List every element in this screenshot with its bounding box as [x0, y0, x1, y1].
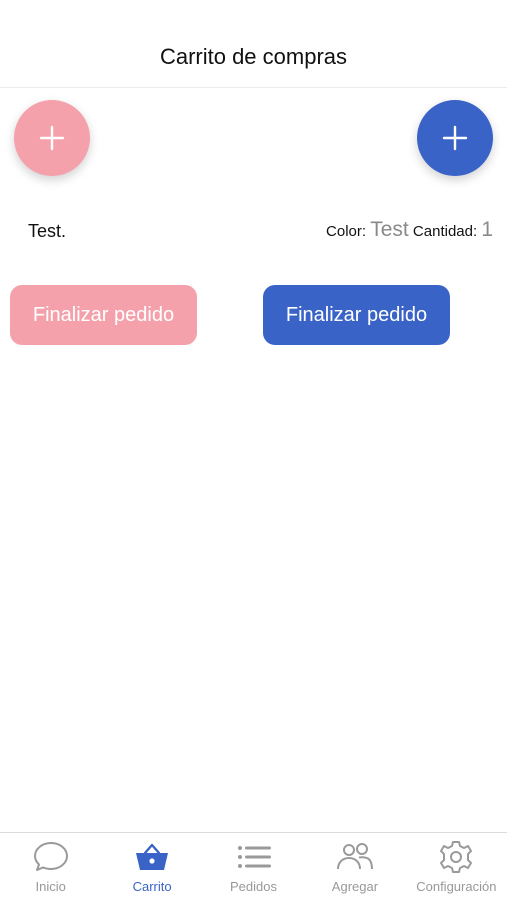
color-label: Color: — [326, 223, 367, 240]
chat-bubble-icon — [33, 842, 68, 871]
tab-configuracion[interactable]: Configuración — [406, 833, 507, 900]
quantity-label: Cantidad: — [412, 223, 478, 240]
cart-item-meta: Color: Test Cantidad: 1 — [326, 218, 493, 242]
users-icon — [336, 843, 373, 870]
tab-carrito[interactable]: Carrito — [101, 833, 202, 900]
gear-icon — [440, 841, 473, 873]
tab-label-carrito: Carrito — [132, 879, 172, 894]
quantity-value: 1 — [481, 218, 493, 241]
basket-icon — [136, 843, 169, 870]
color-value: Test — [370, 218, 409, 241]
header: Carrito de compras — [0, 0, 507, 88]
tab-pedidos[interactable]: Pedidos — [203, 833, 304, 900]
plus-icon — [442, 125, 468, 151]
tab-agregar[interactable]: Agregar — [304, 833, 405, 900]
finish-order-button-left[interactable]: Finalizar pedido — [10, 285, 197, 345]
bottom-tab-bar: Inicio Carrito Pedidos Agregar Configura… — [0, 832, 507, 900]
page-title: Carrito de compras — [159, 44, 348, 69]
tab-inicio[interactable]: Inicio — [0, 833, 101, 900]
tab-label-agregar: Agregar — [331, 879, 379, 894]
app-screen: Carrito de compras Test. Color: Test Can… — [0, 0, 507, 900]
tab-label-configuracion: Configuración — [416, 879, 497, 894]
cart-item-name: Test. — [28, 221, 67, 241]
list-icon — [237, 846, 271, 868]
finish-order-button-right[interactable]: Finalizar pedido — [263, 285, 450, 345]
tab-label-pedidos: Pedidos — [230, 879, 277, 894]
add-fab-left[interactable] — [14, 100, 90, 176]
add-fab-right[interactable] — [417, 100, 493, 176]
plus-icon — [39, 125, 65, 151]
tab-label-inicio: Inicio — [35, 879, 66, 894]
